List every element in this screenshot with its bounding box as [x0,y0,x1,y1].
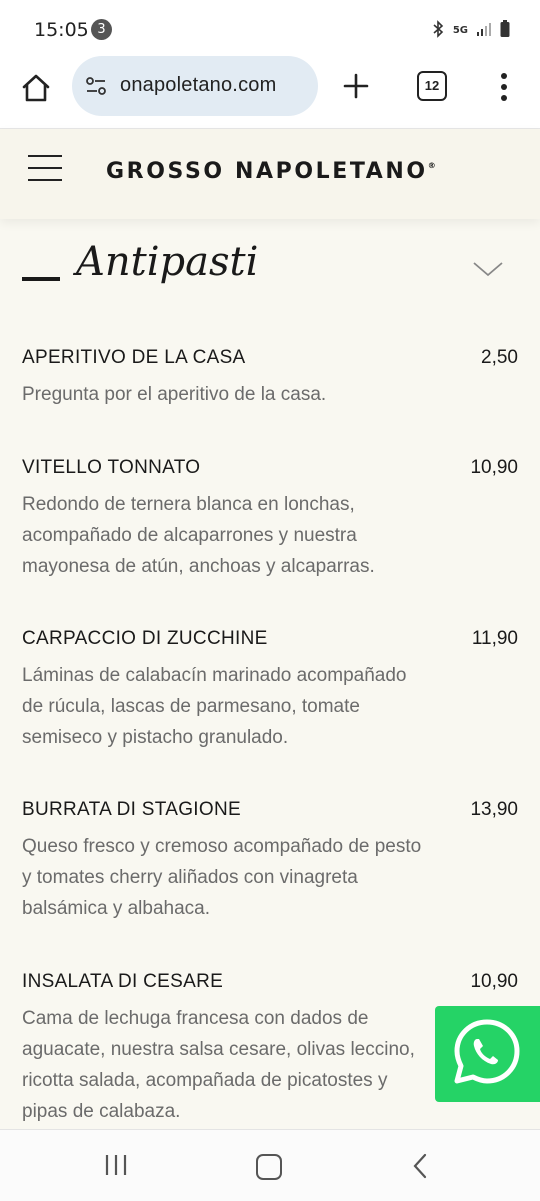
back-nav-icon[interactable] [410,1152,430,1180]
address-bar[interactable]: onapoletano.com [72,56,318,116]
chevron-down-icon[interactable] [472,259,504,279]
more-options-icon[interactable] [494,70,514,104]
section-dash [22,277,60,281]
menu-item-description: Redondo de ternera blanca en lonchas, ac… [22,494,375,577]
menu-item: VITELLO TONNATO 10,90 Redondo de ternera… [22,457,518,582]
status-bar: 15:05 3 5G [0,0,540,56]
site-header: GROSSO NAPOLETANO® [0,129,540,219]
menu-item-price: 10,90 [470,457,518,478]
menu-item: APERITIVO DE LA CASA 2,50 Pregunta por e… [22,347,518,410]
whatsapp-icon [454,1019,520,1084]
network-type-label: 5G [452,25,468,36]
status-time: 15:05 [34,19,89,41]
menu-content: Antipasti APERITIVO DE LA CASA 2,50 Preg… [0,219,540,1129]
battery-icon [500,20,510,42]
system-nav-bar [0,1129,540,1201]
menu-item-name: BURRATA DI STAGIONE [22,799,241,820]
menu-item-price: 2,50 [481,347,518,368]
menu-item-description: Láminas de calabacín marinado acompañado… [22,665,407,748]
menu-item-price: 13,90 [470,799,518,820]
home-nav-icon[interactable] [256,1154,282,1180]
tab-switcher-button[interactable]: 12 [417,71,447,101]
menu-item-description: Cama de lechuga francesa con dados de ag… [22,1008,415,1122]
menu-item-price: 11,90 [471,628,518,649]
new-tab-icon[interactable] [340,70,372,102]
menu-hamburger-icon[interactable] [28,155,62,183]
network-5g-icon: 5G [453,26,468,36]
menu-item: CARPACCIO DI ZUCCHINE 11,90 Láminas de c… [22,628,518,753]
menu-item: BURRATA DI STAGIONE 13,90 Queso fresco y… [22,799,518,924]
notification-count-badge: 3 [91,19,112,40]
menu-item-name: CARPACCIO DI ZUCCHINE [22,628,268,649]
browser-home-icon[interactable] [18,70,54,106]
menu-item-name: INSALATA DI CESARE [22,971,224,992]
status-icons: 5G [431,20,510,42]
menu-item-description: Pregunta por el aperitivo de la casa. [22,384,327,405]
recent-apps-icon[interactable] [103,1154,129,1176]
url-text[interactable]: onapoletano.com [120,74,276,97]
brand-registered-mark: ® [427,161,436,170]
site-logo[interactable]: GROSSO NAPOLETANO® [106,159,436,184]
signal-icon [476,21,492,41]
site-settings-icon[interactable] [84,74,108,98]
browser-toolbar: onapoletano.com 12 [0,56,540,129]
section-title[interactable]: Antipasti [76,239,258,285]
menu-item-name: VITELLO TONNATO [22,457,201,478]
menu-item-description: Queso fresco y cremoso acompañado de pes… [22,836,422,919]
menu-item-price: 10,90 [470,971,518,992]
whatsapp-button[interactable] [435,1006,540,1102]
menu-item-name: APERITIVO DE LA CASA [22,347,246,368]
brand-name: GROSSO NAPOLETANO [106,159,428,184]
bluetooth-icon [431,20,445,42]
